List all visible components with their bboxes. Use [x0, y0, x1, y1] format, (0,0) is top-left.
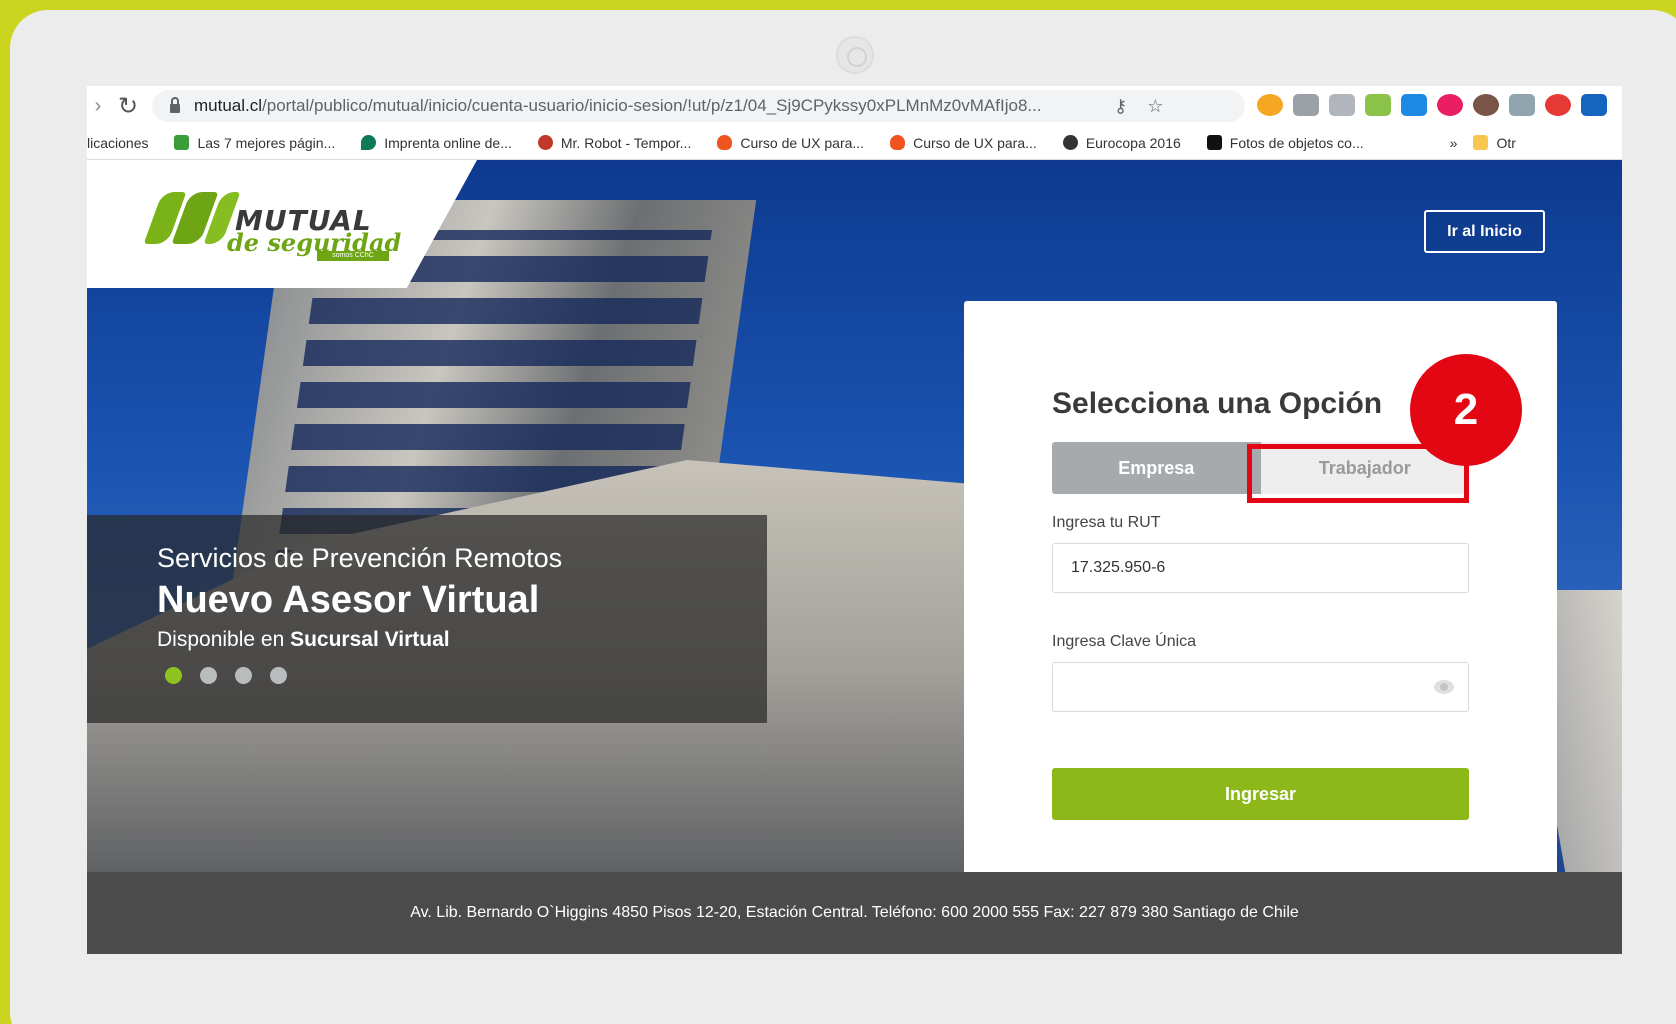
bookmark-icon [1206, 135, 1222, 150]
lock-icon [170, 96, 180, 113]
eye-icon[interactable] [1434, 680, 1454, 694]
bookmark-icon [537, 135, 553, 150]
site-footer: Av. Lib. Bernardo O`Higgins 4850 Pisos 1… [87, 872, 1622, 954]
mutual-login-page: MUTUAL de seguridad somos CChC Ir al Ini… [87, 160, 1622, 872]
carousel-dot[interactable] [270, 667, 287, 684]
carousel-dots [165, 667, 287, 684]
tablet-frame: › ↻ mutual.cl/portal/publico/mutual/inic… [10, 10, 1676, 1024]
ir-al-inicio-button[interactable]: Ir al Inicio [1424, 210, 1545, 253]
star-icon[interactable]: ☆ [1147, 96, 1163, 117]
bookmark-icon [174, 135, 190, 150]
translate-extension-icon[interactable] [1581, 94, 1607, 116]
bookmark-item[interactable]: Eurocopa 2016 [1062, 134, 1181, 151]
camera-extension-icon[interactable] [1293, 94, 1319, 116]
bookmarks-more-label: » [1449, 134, 1458, 151]
owl-extension-icon[interactable] [1473, 94, 1499, 116]
banner-line-3: Disponible en Sucursal Virtual [157, 628, 450, 652]
bookmark-item[interactable]: Fotos de objetos co... [1206, 134, 1364, 151]
bookmark-label: licaciones [87, 134, 149, 151]
bookmarks-more-button[interactable]: » [1450, 135, 1458, 151]
reload-icon[interactable]: ↻ [109, 92, 147, 121]
bookmark-label: Las 7 mejores págin... [197, 134, 336, 151]
opera-extension-icon[interactable] [1545, 94, 1571, 116]
spiral-extension-icon[interactable] [1437, 94, 1463, 116]
url-text: mutual.cl/portal/publico/mutual/inicio/c… [194, 96, 1094, 116]
annotation-step-badge: 2 [1410, 354, 1522, 466]
bookmark-item[interactable]: licaciones [87, 135, 148, 151]
s-extension-icon[interactable] [1401, 94, 1427, 116]
login-title: Selecciona una Opción [1052, 387, 1383, 420]
menu-icon[interactable]: ≡ [1617, 94, 1622, 116]
ball-icon [1062, 135, 1078, 150]
key-icon[interactable]: ⚷ [1114, 96, 1127, 117]
carousel-dot[interactable] [235, 667, 252, 684]
footer-address: Av. Lib. Bernardo O`Higgins 4850 Pisos 1… [410, 904, 1299, 921]
mutual-logo-icon [143, 192, 241, 244]
bookmark-label: Mr. Robot - Tempor... [560, 134, 692, 151]
extensions-bar: ≡ [1257, 94, 1622, 116]
bookmark-item[interactable]: Las 7 mejores págin... [174, 135, 335, 151]
banner-line-1: Servicios de Prevención Remotos [157, 543, 563, 573]
other-bookmarks-label: Otr [1496, 134, 1516, 151]
bookmark-label: Fotos de objetos co... [1229, 134, 1364, 151]
bookmark-item[interactable]: Imprenta online de... [361, 135, 512, 151]
banner-headline: Nuevo Asesor Virtual [157, 579, 540, 621]
ingresar-button[interactable]: Ingresar [1052, 768, 1469, 820]
banner-line-3-bold: Sucursal Virtual [290, 628, 450, 651]
browser-toolbar: › ↻ mutual.cl/portal/publico/mutual/inic… [87, 86, 1622, 126]
url-host: mutual.cl [194, 96, 263, 115]
tab-empresa[interactable]: Empresa [1052, 442, 1261, 494]
bookmark-item[interactable]: Curso de UX para... [717, 135, 864, 151]
carousel-dot[interactable] [200, 667, 217, 684]
bookmark-label: Eurocopa 2016 [1085, 134, 1181, 151]
bookmark-item[interactable]: Curso de UX para... [890, 135, 1037, 151]
drop-icon [361, 135, 377, 150]
flame-icon [890, 135, 906, 150]
banner-line-3-prefix: Disponible en [157, 628, 291, 651]
folder-icon [1473, 135, 1489, 150]
camera-icon [836, 36, 874, 74]
clave-input[interactable] [1052, 662, 1469, 712]
bookmarks-bar: licaciones Las 7 mejores págin... Impren… [87, 126, 1622, 160]
bookmark-label: Curso de UX para... [740, 134, 865, 151]
carousel-dot-active[interactable] [165, 667, 182, 684]
url-path: /portal/publico/mutual/inicio/cuenta-usu… [262, 96, 1042, 115]
extension-icon-1[interactable] [1257, 94, 1283, 116]
flame-icon [717, 135, 733, 150]
rut-input[interactable]: 17.325.950-6 [1052, 543, 1469, 593]
bookmark-label: Curso de UX para... [913, 134, 1037, 151]
address-bar[interactable]: mutual.cl/portal/publico/mutual/inicio/c… [152, 90, 1245, 122]
bookmark-label: Imprenta online de... [384, 134, 512, 151]
screen-extension-icon[interactable] [1509, 94, 1535, 116]
other-bookmarks[interactable]: Otr [1473, 134, 1516, 151]
rut-label: Ingresa tu RUT [1052, 514, 1161, 531]
browser-screen: › ↻ mutual.cl/portal/publico/mutual/inic… [87, 86, 1622, 954]
forward-icon[interactable]: › [87, 95, 109, 118]
promo-banner[interactable]: Servicios de Prevención Remotos Nuevo As… [87, 515, 767, 723]
clave-label: Ingresa Clave Única [1052, 633, 1197, 650]
chat-extension-icon[interactable] [1329, 94, 1355, 116]
crown-extension-icon[interactable] [1365, 94, 1391, 116]
bookmark-item[interactable]: Mr. Robot - Tempor... [537, 134, 692, 151]
logo-tag: somos CChC [317, 251, 389, 261]
